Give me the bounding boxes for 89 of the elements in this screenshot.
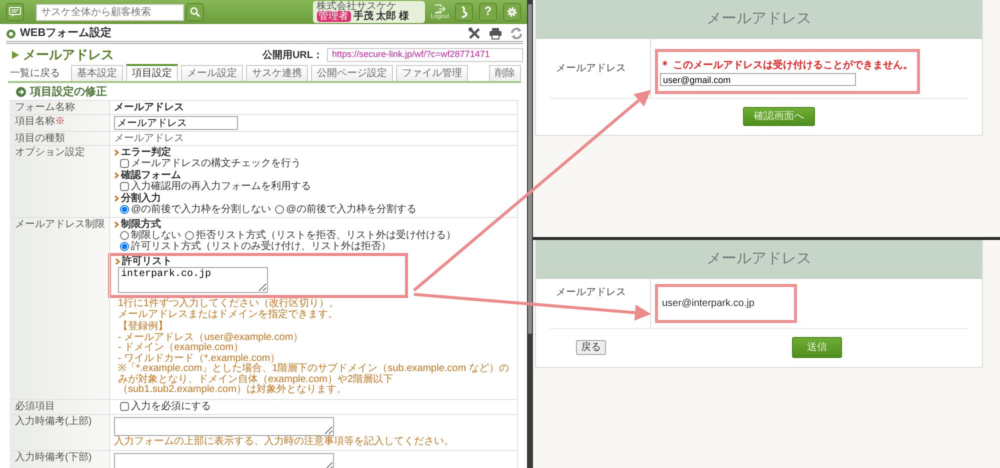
form-heading: メールアドレス xyxy=(706,251,812,268)
radio-button[interactable] xyxy=(275,205,284,214)
radio-button[interactable] xyxy=(185,231,194,240)
field-label: フォーム名称 xyxy=(15,102,75,114)
form-heading: メールアドレス xyxy=(706,11,812,28)
radio-button[interactable] xyxy=(120,242,129,252)
tab[interactable]: 公開ページ設定 xyxy=(311,65,393,82)
form-title: メールアドレス xyxy=(23,48,114,62)
option-heading: 許可リスト xyxy=(122,256,172,268)
user-name: 手茂 太郎 様 xyxy=(353,11,409,22)
url-label: 公開用URL： xyxy=(262,50,323,61)
help-text: - メールアドレス（user@example.com） xyxy=(118,332,304,343)
tab[interactable]: メール設定 xyxy=(181,65,243,82)
option-heading: 分割入力 xyxy=(121,193,161,204)
option-label[interactable]: @の前後で入力枠を分割する xyxy=(286,204,416,216)
help-text: 1行に1件ずつ入力してください（改行区切り）。 xyxy=(118,299,340,310)
checkbox[interactable] xyxy=(120,182,129,192)
role-badge: 管理者 xyxy=(316,11,351,22)
option-label[interactable]: メールアドレスの構文チェックを行う xyxy=(131,158,301,170)
chevron-icon xyxy=(115,258,120,266)
option-heading: 制限方式 xyxy=(121,219,161,230)
scrollbar[interactable] xyxy=(527,0,533,468)
text-field[interactable]: メールアドレス xyxy=(114,116,238,130)
checkbox[interactable] xyxy=(120,402,129,411)
field-label: メールアドレス xyxy=(555,63,627,74)
help-text: ※「*.example.com」とした場合、1階層下のサブドメイン（sub.example.com など）のみが対象となり、ドメイン自体（example.com）や2階層以下（sub1.sub2.example.com）は対象外となります。 xyxy=(118,364,510,396)
chevron-icon xyxy=(114,221,119,228)
option-label[interactable]: 入力を必須にする xyxy=(131,400,211,412)
arrow-circle-icon xyxy=(16,87,26,98)
company-name: 株式会社サスケケ xyxy=(316,2,398,12)
field-label: メールアドレス制限 xyxy=(15,219,105,230)
url-field[interactable]: https://secure-link.jp/wf/?c=wf28771471 xyxy=(327,48,523,62)
option-label[interactable]: 制限しない xyxy=(131,230,181,242)
chat-icon xyxy=(9,7,21,17)
checkbox[interactable] xyxy=(120,159,129,168)
option-label[interactable]: 入力確認用の再入力フォームを利用する xyxy=(131,181,311,192)
field-value: メールアドレス xyxy=(114,133,184,144)
radio-button[interactable] xyxy=(120,231,129,240)
swirl-button[interactable] xyxy=(455,3,473,21)
help-text: 【登録例】 xyxy=(118,322,169,332)
text-area[interactable] xyxy=(114,416,334,436)
text-area[interactable]: interpark.co.jp xyxy=(118,267,268,294)
back-button[interactable]: 戻る xyxy=(576,340,606,355)
tab[interactable]: サスケ連携 xyxy=(246,65,308,82)
search-icon xyxy=(190,7,200,17)
chevron-icon xyxy=(114,149,119,156)
field-label: 必須項目 xyxy=(15,400,55,412)
field-label: 項目名称 xyxy=(15,116,55,128)
radio-button[interactable] xyxy=(120,205,129,214)
back-link[interactable]: 一覧に戻る xyxy=(8,66,68,82)
field-label: 入力時備考(上部) xyxy=(15,416,92,427)
field-label: メールアドレス xyxy=(555,286,627,298)
field-value: メールアドレス xyxy=(114,102,184,114)
help-text: メールアドレスまたはドメインを指定できます。 xyxy=(118,310,339,320)
error-message: ＊ このメールアドレスは受け付けることができません。 xyxy=(660,60,913,71)
logout-icon xyxy=(434,4,446,14)
triangle-icon xyxy=(12,51,19,60)
field-value: user@interpark.co.jp xyxy=(662,297,754,311)
required-mark: ※ xyxy=(55,116,65,128)
option-label[interactable]: @の前後で入力枠を分割しない xyxy=(131,204,272,216)
option-label[interactable]: 拒否リスト方式（リストを拒否、リスト外は受け付ける） xyxy=(196,230,456,242)
field-label: 項目の種類 xyxy=(15,133,65,144)
option-heading: エラー判定 xyxy=(121,147,171,158)
circle-icon xyxy=(6,28,16,38)
field-label: 入力時備考(下部) xyxy=(15,452,92,464)
chevron-icon xyxy=(114,195,119,202)
field-label: オプション設定 xyxy=(15,147,85,158)
swirl-icon xyxy=(459,6,469,18)
text-area[interactable] xyxy=(114,453,334,468)
help-text: 入力フォームの上部に表示する、入力時の注意事項等を記入してください。 xyxy=(114,436,455,448)
search-field[interactable]: サスケ全体から顧客検索 xyxy=(36,4,184,20)
delete-button[interactable]: 削除 xyxy=(489,65,521,82)
email-field[interactable]: user@gmail.com xyxy=(660,73,856,86)
page-title: WEBフォーム設定 xyxy=(20,27,112,40)
section-title: 項目設定の修正 xyxy=(30,86,107,98)
refresh-icon[interactable] xyxy=(510,27,523,40)
tab[interactable]: 基本設定 xyxy=(71,65,123,82)
print-icon[interactable] xyxy=(489,27,502,40)
help-text: - ワイルドカード（*.example.com） xyxy=(118,354,280,364)
option-label[interactable]: 許可リスト方式（リストのみ受け付け、リスト外は拒否） xyxy=(131,241,391,252)
help-text: - ドメイン（example.com） xyxy=(118,343,244,354)
option-heading: 確認フォーム xyxy=(121,170,181,182)
tab[interactable]: ファイル管理 xyxy=(396,65,468,82)
settings-icon xyxy=(506,6,518,18)
settings-button[interactable] xyxy=(503,3,521,21)
search-button[interactable] xyxy=(186,3,204,21)
message-button[interactable] xyxy=(6,3,24,21)
chevron-icon xyxy=(114,172,119,180)
tab[interactable]: 項目設定 xyxy=(126,64,178,82)
